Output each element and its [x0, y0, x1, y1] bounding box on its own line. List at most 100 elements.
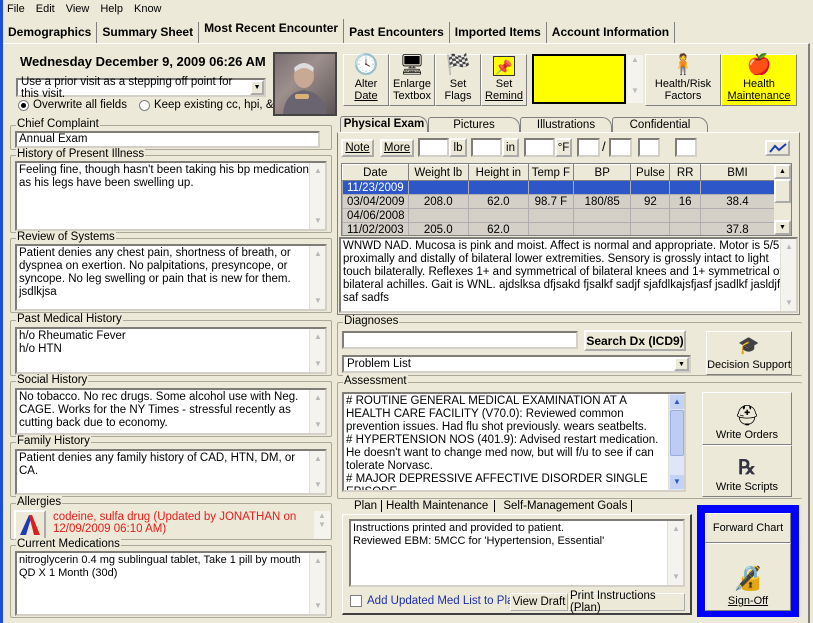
vitals-scrollbar[interactable]: ▲ ▼ [774, 164, 791, 235]
temperature-unit-button[interactable]: °F [555, 138, 572, 157]
search-dx-button[interactable]: Search Dx (ICD9) [584, 330, 686, 351]
tab-summary-sheet[interactable]: Summary Sheet [97, 22, 200, 43]
column-header[interactable]: BP [572, 164, 632, 181]
column-header[interactable]: RR [669, 164, 701, 181]
plan-scrollbar[interactable]: ▲ ▼ [667, 521, 683, 585]
tab-most-recent-encounter[interactable]: Most Recent Encounter [199, 19, 345, 43]
social-history-textarea[interactable]: No tobacco. No rec drugs. Some alcohol u… [15, 388, 327, 435]
diagnosis-search-input[interactable] [342, 331, 578, 349]
scroll-up-icon[interactable]: ▲ [774, 164, 791, 179]
menu-know[interactable]: Know [134, 3, 162, 15]
radio-keep-existing[interactable]: Keep existing cc, hpi, & ros [138, 99, 293, 111]
nurse-cap-icon: ⛑ [734, 405, 760, 427]
weight-unit-button[interactable]: lb [449, 138, 467, 157]
pmh-textarea[interactable]: h/o Rheumatic Fever h/o HTN ▲ ▼ [15, 327, 327, 374]
write-orders-button[interactable]: ⛑ Write Orders [702, 392, 792, 445]
scroll-down-icon[interactable]: ▼ [774, 220, 791, 235]
vitals-row[interactable]: 04/06/2008 [342, 208, 776, 223]
vitals-cell [699, 180, 776, 195]
pulse-input[interactable] [638, 138, 660, 157]
social-scrollbar[interactable]: ▲ ▼ [309, 390, 325, 433]
more-button[interactable]: More [380, 139, 414, 157]
assessment-line: # HYPERTENSION NOS (401.9): Advised rest… [346, 434, 659, 472]
vitals-row[interactable]: 11/02/2003 205.0 62.0 37.8 [342, 222, 776, 235]
family-scrollbar[interactable]: ▲ ▼ [309, 451, 325, 493]
column-header[interactable]: Height in [467, 164, 529, 181]
vitals-graph-button[interactable] [765, 140, 790, 156]
plan-tab-health-maintenance[interactable]: Health Maintenance [382, 500, 496, 512]
health-risk-factors-button[interactable]: 🧍 Health/Risk Factors [645, 54, 721, 106]
subtab-illustrations[interactable]: Illustrations [520, 117, 612, 132]
vitals-cell [669, 180, 701, 195]
ros-textarea[interactable]: Patient denies any chest pain, shortness… [15, 244, 327, 311]
set-remind-button[interactable]: 📌 Set Remind [481, 54, 527, 106]
forward-chart-button[interactable]: Forward Chart [705, 513, 791, 543]
menu-edit[interactable]: Edit [36, 3, 55, 15]
height-unit-button[interactable]: in [502, 138, 519, 157]
hpi-textarea[interactable]: Feeling fine, though hasn't been taking … [15, 161, 327, 231]
tab-imported-items[interactable]: Imported Items [450, 22, 547, 43]
set-flags-button[interactable]: 🏁 Set Flags [435, 54, 481, 106]
assessment-scrollbar[interactable]: ▲ ▼ [668, 394, 684, 490]
write-scripts-button[interactable]: ℞ Write Scripts [702, 445, 792, 497]
enlarge-textbox-button[interactable]: 🖥 Enlarge Textbox [389, 54, 435, 106]
column-header[interactable]: Date [342, 164, 409, 181]
allergies-scrollbar[interactable]: ▲ ▼ [314, 511, 330, 539]
alter-date-button[interactable]: 🕓 Alter Date [343, 54, 389, 106]
add-med-list-checkbox[interactable] [350, 595, 362, 607]
decision-support-button[interactable]: 🎓 Decision Support [706, 331, 792, 375]
tab-demographics[interactable]: Demographics [3, 22, 98, 43]
subtab-physical-exam[interactable]: Physical Exam [340, 116, 428, 133]
column-header[interactable]: BMI [699, 164, 776, 181]
plan-textarea[interactable]: Instructions printed and provided to pat… [349, 519, 685, 587]
vitals-row[interactable]: 03/04/2009 208.0 62.0 98.7 F 180/85 92 16 38.4 [342, 194, 776, 209]
column-header[interactable]: Pulse [630, 164, 671, 181]
rr-input[interactable] [675, 138, 697, 157]
radio-overwrite-all[interactable]: Overwrite all fields [18, 99, 127, 111]
exam-notes-scrollbar[interactable]: ▲ ▼ [780, 239, 796, 311]
health-maintenance-button[interactable]: 🍎 Health Maintenance [721, 54, 797, 106]
tab-past-encounters[interactable]: Past Encounters [344, 22, 450, 43]
print-instructions-button[interactable]: Print Instructions (Plan) [569, 590, 685, 614]
reminder-highlight-box[interactable] [532, 54, 626, 104]
family-history-textarea[interactable]: Patient denies any family history of CAD… [15, 449, 327, 495]
sign-off-button[interactable]: 🔏 Sign-Off [705, 543, 791, 611]
chevron-down-icon[interactable]: ▼ [250, 80, 264, 95]
allergies-button[interactable] [14, 510, 46, 540]
problem-list-select[interactable]: Problem List ▼ [342, 355, 691, 373]
scroll-thumb[interactable] [670, 410, 684, 456]
subtab-pictures[interactable]: Pictures [428, 117, 520, 132]
tab-account-information[interactable]: Account Information [547, 22, 676, 43]
chevron-down-icon[interactable]: ▼ [674, 357, 689, 371]
weight-input[interactable] [418, 138, 449, 157]
scroll-up-icon[interactable]: ▲ [670, 395, 684, 409]
vitals-row[interactable]: 11/23/2009 [342, 180, 776, 195]
column-header[interactable]: Temp F [527, 164, 574, 181]
menu-help[interactable]: Help [100, 3, 123, 15]
note-button[interactable]: Note [341, 139, 374, 157]
view-draft-button[interactable]: View Draft [510, 593, 568, 611]
meds-scrollbar[interactable]: ▲ ▼ [309, 553, 325, 614]
bp-systolic-input[interactable] [577, 138, 600, 157]
height-input[interactable] [471, 138, 502, 157]
bp-diastolic-input[interactable] [609, 138, 632, 157]
reminder-scrollbar[interactable]: ▲ ▼ [627, 55, 643, 103]
plan-tab-plan[interactable]: Plan [350, 500, 383, 512]
add-med-list-label[interactable]: Add Updated Med List to Plan [367, 595, 520, 607]
subtab-confidential[interactable]: Confidential [612, 117, 708, 132]
ros-scrollbar[interactable]: ▲ ▼ [309, 246, 325, 309]
pmh-scrollbar[interactable]: ▲ ▼ [309, 329, 325, 372]
scroll-thumb[interactable] [774, 179, 791, 203]
column-header[interactable]: Weight lb [407, 164, 469, 181]
chief-complaint-input[interactable]: Annual Exam [15, 131, 320, 148]
menu-file[interactable]: File [7, 3, 25, 15]
prior-visit-select[interactable]: Use a prior visit as a stepping off poin… [16, 76, 266, 100]
menu-view[interactable]: View [66, 3, 90, 15]
assessment-textarea[interactable]: # ROUTINE GENERAL MEDICAL EXAMINATION AT… [342, 392, 686, 492]
hpi-scrollbar[interactable]: ▲ ▼ [309, 163, 325, 229]
current-medications-textarea[interactable]: nitroglycerin 0.4 mg sublingual tablet, … [15, 551, 327, 616]
plan-tab-self-management-goals[interactable]: Self-Management Goals [495, 500, 633, 512]
scroll-down-icon[interactable]: ▼ [670, 475, 684, 489]
temperature-input[interactable] [524, 138, 555, 157]
exam-notes-textarea[interactable]: WNWD NAD. Mucosa is pink and moist. Affe… [339, 237, 798, 313]
